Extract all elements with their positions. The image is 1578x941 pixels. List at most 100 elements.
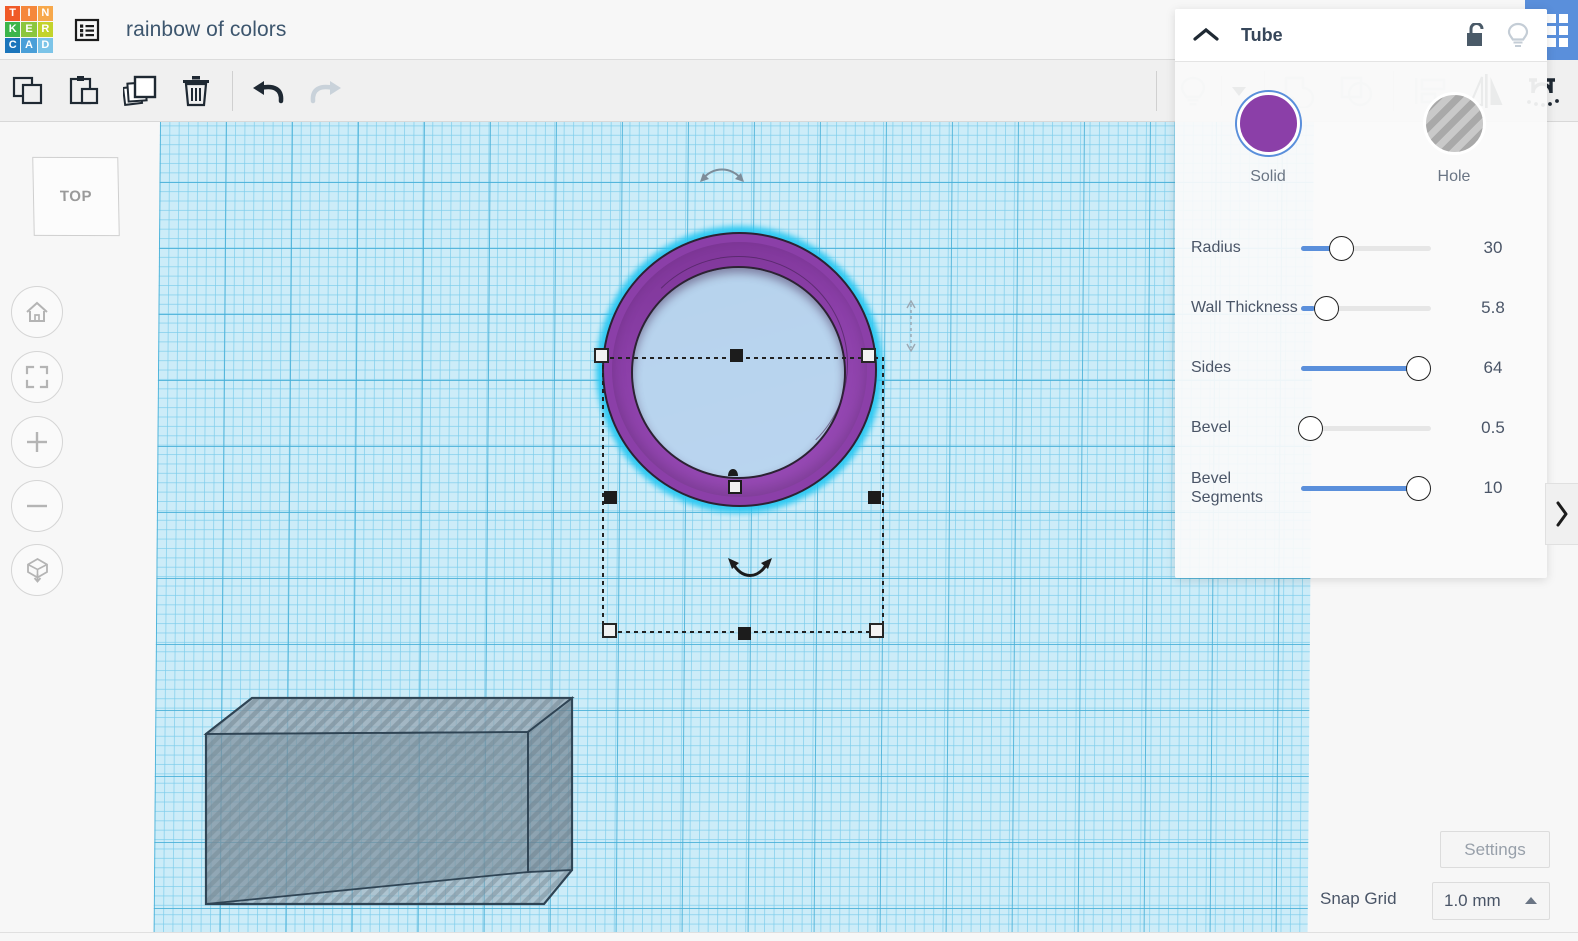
scale-handle-bottom[interactable] <box>738 627 751 640</box>
hole-label: Hole <box>1437 168 1471 185</box>
bottom-strip <box>0 932 1578 941</box>
tinkercad-logo[interactable]: TINKERCAD <box>0 0 58 60</box>
logo-tile-r: R <box>37 21 53 38</box>
fit-frame-icon <box>25 365 49 389</box>
snap-grid-value: 1.0 mm <box>1444 891 1501 910</box>
scale-handle-bl[interactable] <box>602 623 617 638</box>
param-slider-bevel[interactable] <box>1298 415 1431 441</box>
scale-handle-tr[interactable] <box>861 348 876 363</box>
solid-label: Solid <box>1250 168 1286 185</box>
project-menu-button[interactable] <box>70 15 104 45</box>
toolbar-divider-right-1 <box>1156 71 1157 111</box>
logo-tile-d: D <box>37 38 53 54</box>
snap-grid-label: Snap Grid <box>1320 889 1397 908</box>
chevron-up-icon[interactable] <box>1193 27 1219 43</box>
logo-tile-t: T <box>5 5 21 21</box>
scale-handle-tl[interactable] <box>594 348 609 363</box>
shape-properties-panel: Tube Solid Hole Radius 30 Wall Thickness… <box>1175 9 1547 578</box>
logo-tile-a: A <box>21 38 37 54</box>
param-label-wall-thickness: Wall Thickness <box>1191 299 1298 317</box>
rotate-handle-top[interactable] <box>698 162 746 184</box>
param-row-wall-thickness: Wall Thickness 5.8 <box>1175 278 1547 338</box>
settings-button[interactable]: Settings <box>1440 831 1550 868</box>
lightbulb-icon[interactable] <box>1507 22 1529 48</box>
undo-arrow-icon <box>253 81 284 104</box>
view-cube-label: TOP <box>59 187 93 206</box>
slider-knob-bevel-segments[interactable] <box>1406 475 1431 501</box>
scale-handle-top[interactable] <box>730 349 743 362</box>
scale-handle-left[interactable] <box>604 491 617 504</box>
zoom-out-button[interactable] <box>11 480 63 532</box>
logo-tile-n: N <box>37 5 53 21</box>
mode-swatches: Solid Hole <box>1175 62 1547 196</box>
view-cube[interactable]: TOP <box>32 156 120 237</box>
redo-arrow-icon <box>310 81 341 104</box>
undo-button[interactable] <box>241 60 297 122</box>
redo-button[interactable] <box>297 60 353 122</box>
param-slider-sides[interactable] <box>1301 355 1431 381</box>
hole-box-shape[interactable] <box>184 692 584 932</box>
param-row-radius: Radius 30 <box>1175 218 1547 278</box>
param-label-bevel-segments: Bevel Segments <box>1191 469 1264 506</box>
solid-swatch[interactable] <box>1236 92 1300 155</box>
param-value-bevel-segments[interactable]: 10 <box>1445 478 1541 498</box>
param-label-radius: Radius <box>1191 239 1241 257</box>
home-view-button[interactable] <box>11 286 63 338</box>
rotate-handle-right[interactable] <box>903 300 919 352</box>
toolbar-divider <box>232 71 233 111</box>
paste-icon <box>69 76 99 105</box>
slider-knob-radius[interactable] <box>1329 235 1355 261</box>
paste-button[interactable] <box>56 60 112 122</box>
param-value-bevel[interactable]: 0.5 <box>1445 418 1541 438</box>
delete-button[interactable] <box>168 60 224 122</box>
tinkercad-app: TINKERCAD rainbow of colors TOP Tube Sol… <box>0 0 1578 941</box>
fit-to-view-button[interactable] <box>11 351 63 403</box>
snap-grid-select[interactable]: 1.0 mm <box>1432 882 1550 920</box>
slider-fill-sides <box>1301 365 1417 371</box>
param-label-sides: Sides <box>1191 359 1232 377</box>
param-value-radius[interactable]: 30 <box>1445 238 1541 258</box>
slider-knob-sides[interactable] <box>1406 355 1431 381</box>
copy-button[interactable] <box>0 60 56 122</box>
projection-toggle-button[interactable] <box>11 544 63 596</box>
copy-icon <box>12 76 43 105</box>
panel-header: Tube <box>1175 9 1547 62</box>
slider-knob-bevel[interactable] <box>1298 415 1324 441</box>
chevron-right-icon <box>1556 501 1568 527</box>
settings-label: Settings <box>1464 839 1526 859</box>
param-row-sides: Sides 64 <box>1175 338 1547 398</box>
duplicate-icon <box>123 75 157 107</box>
slider-knob-wall-thickness[interactable] <box>1313 295 1339 321</box>
duplicate-button[interactable] <box>112 60 168 122</box>
logo-tile-c: C <box>5 38 21 54</box>
caret-up-icon <box>1525 897 1537 904</box>
panel-title: Tube <box>1241 24 1283 45</box>
hole-swatch[interactable] <box>1422 92 1486 155</box>
param-value-wall-thickness[interactable]: 5.8 <box>1445 298 1541 318</box>
list-menu-icon <box>74 18 100 41</box>
parameter-list: Radius 30 Wall Thickness 5.8 Sides 64 Bevel 0.5… <box>1175 196 1547 518</box>
param-slider-radius[interactable] <box>1301 235 1431 261</box>
logo-tile-k: K <box>5 21 21 38</box>
trash-icon <box>183 76 209 107</box>
logo-tile-e: E <box>21 21 37 38</box>
param-slider-wall-thickness[interactable] <box>1301 295 1431 321</box>
param-slider-bevel-segments[interactable] <box>1301 475 1431 501</box>
scale-handle-right[interactable] <box>868 491 881 504</box>
document-title[interactable]: rainbow of colors <box>126 18 286 42</box>
selection-bounding-box <box>594 348 884 640</box>
param-row-bevel: Bevel 0.5 <box>1175 398 1547 458</box>
plus-icon <box>27 432 47 452</box>
scale-handle-br[interactable] <box>869 623 884 638</box>
slider-fill-bevel-segments <box>1301 485 1417 491</box>
unlock-icon[interactable] <box>1466 23 1487 47</box>
home-icon <box>26 301 48 322</box>
cube-projection-icon <box>26 557 48 583</box>
center-move-handle[interactable] <box>728 480 742 494</box>
panel-expand-tab[interactable] <box>1545 483 1578 545</box>
param-value-sides[interactable]: 64 <box>1445 358 1541 378</box>
solid-mode-option[interactable]: Solid <box>1175 92 1361 186</box>
param-row-bevel-segments: Bevel Segments 10 <box>1175 458 1547 518</box>
hole-mode-option[interactable]: Hole <box>1361 92 1547 186</box>
zoom-in-button[interactable] <box>11 416 63 468</box>
